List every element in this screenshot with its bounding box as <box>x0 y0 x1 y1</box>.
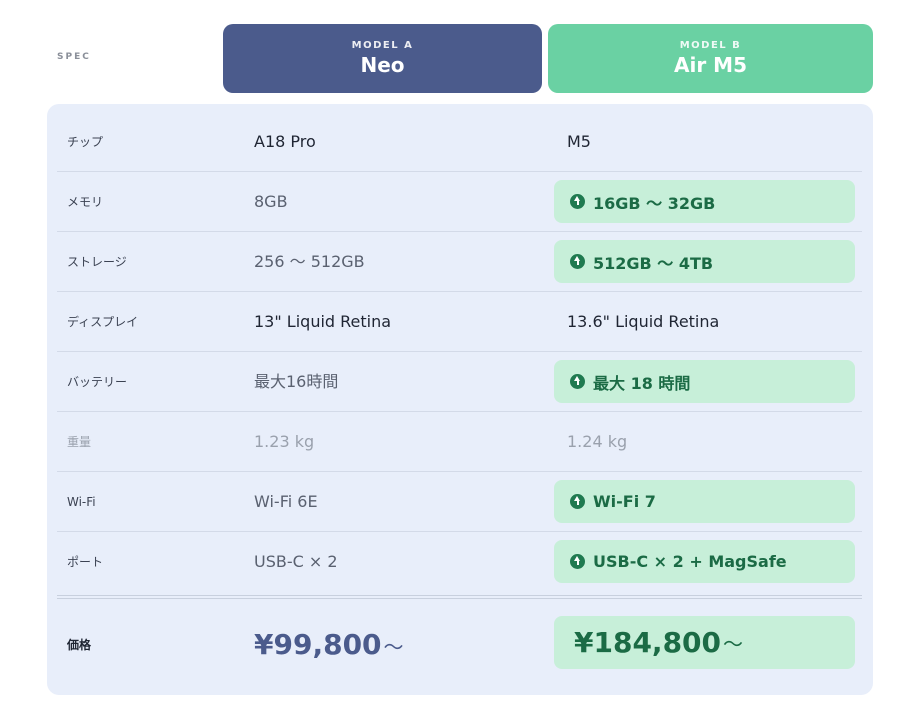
arrow-up-circle-icon <box>570 554 585 569</box>
model-a-name: Neo <box>360 53 405 77</box>
model-b-battery-value: 最大 18 時間 <box>593 373 691 393</box>
model-b-memory-value: 16GB 〜 32GB <box>593 193 716 213</box>
model-a-header: MODEL A Neo <box>223 24 542 93</box>
arrow-up-circle-icon <box>570 374 585 389</box>
row-label-battery: バッテリー <box>67 375 128 389</box>
arrow-up-circle-icon <box>570 254 585 269</box>
price-divider <box>57 595 862 599</box>
model-b-weight-value: 1.24 kg <box>567 432 628 451</box>
model-a-price: ¥99,800 〜 <box>254 602 404 688</box>
model-a-battery-value: 最大16時間 <box>254 372 339 391</box>
model-a-display-value: 13" Liquid Retina <box>254 312 392 331</box>
model-a-memory-value: 8GB <box>254 192 288 211</box>
model-b-ports-highlight: USB-C × 2 + MagSafe <box>554 540 855 583</box>
table-row: Wi-Fi Wi-Fi 6E Wi-Fi 7 <box>57 472 862 532</box>
table-row: チップ A18 Pro M5 <box>57 112 862 172</box>
row-label-price: 価格 <box>67 638 92 652</box>
row-label-memory: メモリ <box>67 195 104 209</box>
arrow-up-circle-icon <box>570 494 585 509</box>
model-b-storage-value: 512GB 〜 4TB <box>593 253 714 273</box>
spec-comparison-table: チップ A18 Pro M5 メモリ 8GB 16GB 〜 32GB ストレージ… <box>47 104 873 695</box>
model-b-chip-value: M5 <box>567 132 591 151</box>
model-b-name: Air M5 <box>674 53 747 77</box>
price-row: 価格 ¥99,800 〜 ¥184,800 〜 <box>57 602 862 688</box>
model-b-display-value: 13.6" Liquid Retina <box>567 312 720 331</box>
row-label-chip: チップ <box>67 135 104 149</box>
model-b-price-highlight: ¥184,800 〜 <box>554 616 855 669</box>
model-b-price-value: ¥184,800 <box>574 626 722 659</box>
model-b-memory-highlight: 16GB 〜 32GB <box>554 180 855 223</box>
model-b-storage-highlight: 512GB 〜 4TB <box>554 240 855 283</box>
row-label-ports: ポート <box>67 555 104 569</box>
model-b-wifi-value: Wi-Fi 7 <box>593 492 656 511</box>
model-a-chip-value: A18 Pro <box>254 132 316 151</box>
row-label-storage: ストレージ <box>67 255 127 269</box>
model-a-tag: MODEL A <box>351 40 414 51</box>
model-a-price-suffix: 〜 <box>383 635 404 659</box>
model-a-ports-value: USB-C × 2 <box>254 552 338 571</box>
model-a-weight-value: 1.23 kg <box>254 432 315 451</box>
model-b-wifi-highlight: Wi-Fi 7 <box>554 480 855 523</box>
model-b-header: MODEL B Air M5 <box>548 24 873 93</box>
model-a-storage-value: 256 〜 512GB <box>254 252 365 271</box>
model-b-price-suffix: 〜 <box>723 632 744 656</box>
model-b-ports-value: USB-C × 2 + MagSafe <box>593 552 787 571</box>
model-b-tag: MODEL B <box>679 40 742 51</box>
arrow-up-circle-icon <box>570 194 585 209</box>
table-row: ストレージ 256 〜 512GB 512GB 〜 4TB <box>57 232 862 292</box>
row-label-weight: 重量 <box>67 435 92 449</box>
model-b-battery-highlight: 最大 18 時間 <box>554 360 855 403</box>
table-row: バッテリー 最大16時間 最大 18 時間 <box>57 352 862 412</box>
model-a-price-value: ¥99,800 <box>254 628 382 661</box>
table-row: ポート USB-C × 2 USB-C × 2 + MagSafe <box>57 532 862 592</box>
table-row: 重量 1.23 kg 1.24 kg <box>57 412 862 472</box>
spec-label: SPEC <box>57 52 91 62</box>
table-row: メモリ 8GB 16GB 〜 32GB <box>57 172 862 232</box>
model-a-wifi-value: Wi-Fi 6E <box>254 492 318 511</box>
table-row: ディスプレイ 13" Liquid Retina 13.6" Liquid Re… <box>57 292 862 352</box>
row-label-display: ディスプレイ <box>67 315 139 329</box>
row-label-wifi: Wi-Fi <box>67 495 96 509</box>
